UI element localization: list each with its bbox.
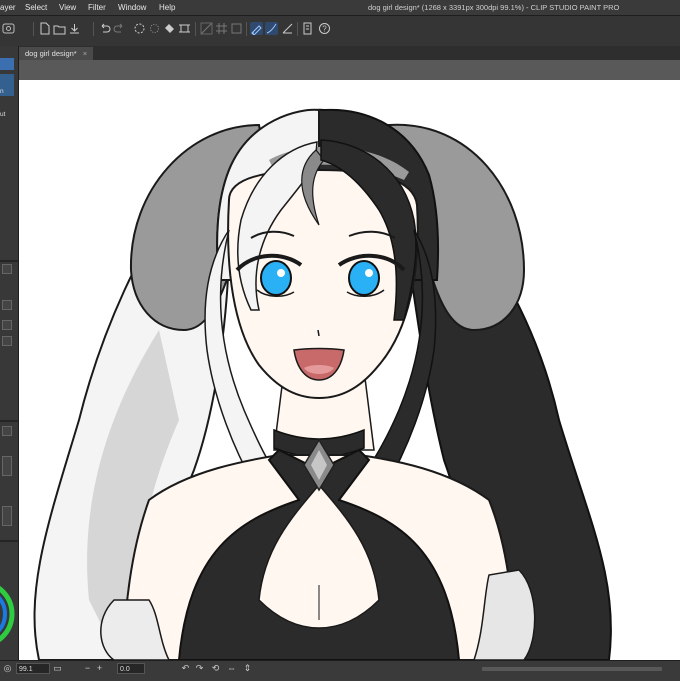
menu-filter[interactable]: Filter bbox=[88, 3, 106, 12]
panel-divider bbox=[0, 420, 18, 422]
menu-select[interactable]: Select bbox=[25, 3, 47, 12]
close-icon[interactable]: × bbox=[83, 49, 87, 58]
transform-icon[interactable] bbox=[178, 22, 191, 35]
save-icon[interactable] bbox=[53, 22, 66, 35]
pen-pressure-icon[interactable] bbox=[250, 22, 263, 36]
toolbar-divider bbox=[195, 22, 196, 36]
rotate-reset-icon[interactable]: ⟲ bbox=[210, 663, 221, 674]
document-tab-label: dog girl design* bbox=[25, 49, 77, 58]
panel-label-fragment: ut bbox=[0, 111, 6, 118]
rotate-right-icon[interactable]: ↷ bbox=[194, 663, 205, 674]
toolbar-divider bbox=[93, 22, 94, 36]
snap-special-icon[interactable] bbox=[230, 22, 243, 35]
rotate-left-icon[interactable]: ↶ bbox=[180, 663, 191, 674]
selected-sub-tool[interactable] bbox=[0, 58, 14, 70]
toolbar-divider bbox=[297, 22, 298, 36]
stabilizer-icon[interactable] bbox=[265, 22, 278, 35]
delete-icon[interactable] bbox=[2, 264, 12, 274]
document-tab-bar: dog girl design* × bbox=[19, 46, 680, 60]
undo-icon[interactable] bbox=[98, 22, 111, 35]
clear-icon[interactable] bbox=[148, 22, 161, 35]
redo-icon[interactable] bbox=[113, 22, 126, 35]
zoom-icon[interactable] bbox=[2, 426, 12, 436]
zoom-out-icon[interactable]: − bbox=[82, 663, 93, 674]
window-title: dog girl design* (1268 x 3391px 300dpi 9… bbox=[368, 3, 620, 12]
fill-icon[interactable] bbox=[163, 22, 176, 35]
horizontal-scrollbar[interactable] bbox=[482, 667, 662, 671]
panel-divider bbox=[0, 260, 18, 262]
open-file-icon[interactable] bbox=[38, 22, 51, 35]
slider[interactable] bbox=[2, 456, 12, 476]
snap-ruler-icon[interactable] bbox=[200, 22, 213, 35]
drawing-canvas[interactable] bbox=[19, 80, 680, 660]
sub-view-icon[interactable] bbox=[301, 22, 314, 35]
tool-property-panel: n ut bbox=[0, 46, 19, 660]
command-bar: ? bbox=[0, 16, 680, 47]
illustration-dog-girl bbox=[33, 108, 612, 660]
menu-layer[interactable]: ayer bbox=[0, 3, 16, 12]
menu-bar: ayer Select View Filter Window Help dog … bbox=[0, 0, 680, 16]
flip-horizontal-icon[interactable]: ⇔ bbox=[226, 663, 237, 674]
rotation-field[interactable]: 0.0 bbox=[117, 663, 145, 674]
flip-vertical-icon[interactable]: ⇕ bbox=[242, 663, 253, 674]
panel-label-fragment: n bbox=[0, 88, 4, 95]
new-file-icon[interactable] bbox=[2, 22, 15, 35]
menu-help[interactable]: Help bbox=[159, 3, 175, 12]
status-bar: ◎ 99.1 ▭ − + 0.0 ↶ ↷ ⟲ ⇔ ⇕ bbox=[0, 660, 680, 681]
slider[interactable] bbox=[2, 506, 12, 526]
svg-text:?: ? bbox=[322, 24, 327, 33]
menu-window[interactable]: Window bbox=[118, 3, 146, 12]
toolbar-divider bbox=[246, 22, 247, 36]
document-tab[interactable]: dog girl design* × bbox=[19, 47, 94, 60]
checkbox[interactable] bbox=[2, 336, 12, 346]
ruler-icon[interactable] bbox=[281, 22, 294, 35]
menu-view[interactable]: View bbox=[59, 3, 76, 12]
zoom-slider[interactable]: ▭ bbox=[52, 663, 63, 674]
lock-icon[interactable] bbox=[2, 300, 12, 310]
toolbar-divider bbox=[33, 22, 34, 36]
zoom-in-icon[interactable]: + bbox=[94, 663, 105, 674]
panel-divider bbox=[0, 540, 18, 542]
navigator-icon[interactable]: ◎ bbox=[2, 663, 13, 674]
snap-grid-icon[interactable] bbox=[215, 22, 228, 35]
nose bbox=[317, 329, 320, 337]
loading-icon[interactable] bbox=[133, 22, 146, 35]
help-icon[interactable]: ? bbox=[318, 22, 331, 35]
zoom-field[interactable]: 99.1 bbox=[16, 663, 50, 674]
checkbox[interactable] bbox=[2, 320, 12, 330]
color-wheel[interactable] bbox=[0, 574, 18, 654]
export-icon[interactable] bbox=[68, 22, 81, 35]
